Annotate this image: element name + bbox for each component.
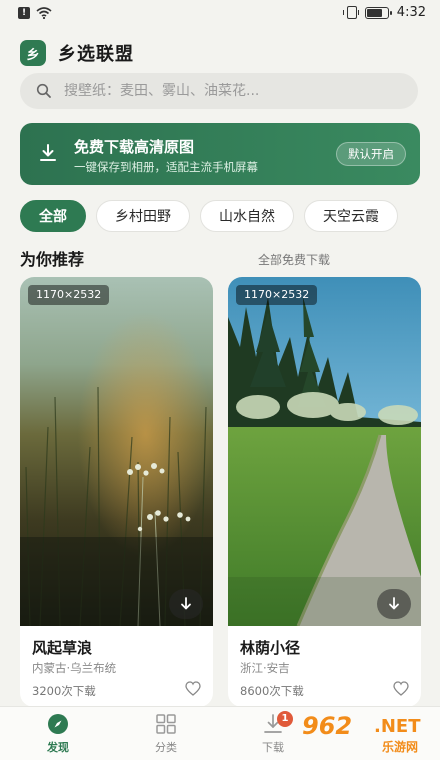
download-all-link[interactable]: 全部免费下载 — [258, 251, 330, 268]
card-download-count: 3200次下载 — [32, 684, 96, 698]
wifi-icon — [36, 7, 52, 19]
card-download-count: 8600次下载 — [240, 684, 304, 698]
vibrate-icon — [342, 6, 359, 19]
path-photo — [228, 277, 421, 626]
watermark-number: 962 — [302, 712, 353, 740]
wallpaper-image[interactable]: 1170×2532 — [228, 277, 421, 626]
nav-label: 发现 — [47, 741, 69, 754]
default-on-button[interactable]: 默认开启 — [336, 142, 406, 166]
app-title: 乡选联盟 — [58, 44, 134, 65]
status-bar: ! 4:32 — [0, 0, 440, 28]
alert-icon: ! — [18, 7, 30, 19]
chip-countryside[interactable]: 乡村田野 — [96, 200, 190, 232]
app-header: 乡 乡选联盟 — [20, 40, 134, 66]
heart-icon[interactable] — [393, 681, 409, 696]
download-button[interactable] — [377, 589, 411, 619]
nav-download[interactable]: 1 下载 — [243, 711, 303, 755]
download-icon — [40, 144, 56, 161]
nav-category[interactable]: 分类 — [136, 713, 196, 755]
status-left: ! — [18, 7, 52, 19]
download-badge: 1 — [277, 711, 293, 727]
chip-nature[interactable]: 山水自然 — [200, 200, 294, 232]
nav-label: 下载 — [262, 741, 284, 754]
site-watermark: 962 .NET 乐游网 — [302, 708, 436, 758]
heart-icon[interactable] — [185, 681, 201, 696]
app-logo: 乡 — [20, 40, 46, 66]
wallpaper-image[interactable]: 1170×2532 — [20, 277, 213, 626]
search-bar[interactable] — [20, 73, 418, 109]
banner-title: 免费下载高清原图 — [74, 138, 195, 156]
battery-icon — [364, 6, 392, 19]
section-title: 为你推荐 — [20, 250, 85, 269]
category-chips: 全部 乡村田野 山水自然 天空云霞 — [20, 200, 398, 232]
nav-label: 分类 — [155, 741, 177, 754]
wallpaper-card[interactable]: 1170×2532 风起草浪 内蒙古·乌兰布统 3200次下载 — [20, 277, 213, 707]
nav-discover[interactable]: 发现 — [28, 713, 88, 755]
chip-all[interactable]: 全部 — [20, 200, 86, 232]
card-location: 浙江·安吉 — [240, 661, 290, 675]
status-time: 4:32 — [396, 5, 426, 20]
wallpaper-card[interactable]: 1170×2532 林荫小径 浙江·安吉 8600次下载 — [228, 277, 421, 707]
watermark-net: .NET — [374, 716, 421, 737]
download-banner[interactable]: 免费下载高清原图 一键保存到相册，适配主流手机屏幕 默认开启 — [20, 123, 420, 185]
watermark-subtitle: 乐游网 — [382, 740, 419, 754]
search-icon — [36, 83, 51, 98]
banner-subtitle: 一键保存到相册，适配主流手机屏幕 — [74, 160, 258, 174]
grid-icon — [156, 714, 176, 734]
resolution-badge: 1170×2532 — [28, 285, 110, 305]
download-button[interactable] — [169, 589, 203, 619]
card-title: 风起草浪 — [32, 639, 93, 657]
card-title: 林荫小径 — [240, 639, 301, 657]
download-arrow-icon — [389, 597, 399, 610]
card-location: 内蒙古·乌兰布统 — [32, 661, 117, 675]
chip-sky[interactable]: 天空云霞 — [304, 200, 398, 232]
search-input[interactable] — [64, 83, 384, 99]
compass-icon — [48, 714, 68, 734]
grass-photo — [20, 277, 213, 626]
status-right: 4:32 — [342, 5, 426, 20]
battery-level — [366, 8, 382, 17]
download-arrow-icon — [181, 597, 191, 610]
resolution-badge: 1170×2532 — [236, 285, 318, 305]
